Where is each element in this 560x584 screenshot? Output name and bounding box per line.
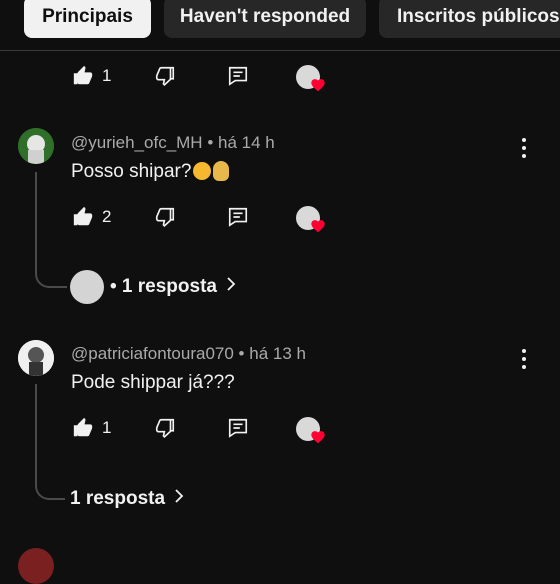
comment-text: Pode shippar já??? <box>71 372 235 393</box>
replies-label: • 1 resposta <box>110 276 217 297</box>
like-button[interactable]: 2 <box>72 206 111 228</box>
creator-heart[interactable] <box>296 417 328 447</box>
thumb-up-icon <box>72 417 94 439</box>
comment-reply-icon <box>227 206 249 228</box>
comment-author[interactable]: @yurieh_ofc_MH <box>71 133 203 152</box>
avatar[interactable] <box>18 128 54 164</box>
chevron-right-icon <box>225 276 237 298</box>
comment-time: há 13 h <box>249 344 306 363</box>
previous-comment-actions: 1 <box>72 65 342 92</box>
like-count: 1 <box>102 66 112 85</box>
heart-icon <box>310 77 326 92</box>
creator-heart[interactable] <box>296 206 328 236</box>
filter-chip-bar: Principais Haven't responded Inscritos p… <box>0 0 560 51</box>
thumb-up-icon <box>72 65 94 87</box>
comment-reply-icon <box>227 417 249 439</box>
shushing-face-icon <box>193 162 212 180</box>
thread-line <box>35 384 65 500</box>
dislike-button[interactable] <box>154 417 176 439</box>
view-replies-button[interactable]: 1 resposta <box>70 488 185 510</box>
heart-icon <box>310 218 326 233</box>
like-count: 1 <box>102 418 112 437</box>
more-vert-icon[interactable] <box>520 349 528 369</box>
tab-havent-responded[interactable]: Haven't responded <box>164 0 366 38</box>
like-button[interactable]: 1 <box>72 417 111 439</box>
comment-actions: 2 <box>72 206 342 233</box>
like-count: 2 <box>102 207 112 226</box>
thumb-down-icon <box>154 417 176 439</box>
comment-header: @patriciafontoura070 • há 13 h <box>71 344 306 363</box>
pinching-hand-icon <box>213 161 230 181</box>
like-button[interactable]: 1 <box>72 65 111 87</box>
reply-button[interactable] <box>227 206 249 228</box>
reply-button[interactable] <box>227 417 249 439</box>
comment-reply-icon <box>227 65 249 87</box>
thumb-down-icon <box>154 65 176 87</box>
comment-time: há 14 h <box>218 133 275 152</box>
thumb-down-icon <box>154 206 176 228</box>
reply-author-avatar <box>70 270 104 304</box>
comment-author[interactable]: @patriciafontoura070 <box>71 344 234 363</box>
chevron-right-icon <box>173 488 185 510</box>
avatar[interactable] <box>18 340 54 376</box>
dislike-button[interactable] <box>154 65 176 87</box>
reply-button[interactable] <box>227 65 249 87</box>
view-replies-button[interactable]: • 1 resposta <box>70 270 237 304</box>
comment-header: @yurieh_ofc_MH • há 14 h <box>71 133 275 152</box>
creator-heart[interactable] <box>296 65 328 95</box>
replies-label: 1 resposta <box>70 488 166 509</box>
comment-actions: 1 <box>72 417 342 444</box>
tab-inscritos-publicos[interactable]: Inscritos públicos <box>379 0 560 38</box>
dislike-button[interactable] <box>154 206 176 228</box>
comment-text: Posso shipar? <box>71 161 230 183</box>
heart-icon <box>310 429 326 444</box>
avatar[interactable] <box>18 548 54 584</box>
more-vert-icon[interactable] <box>520 138 528 158</box>
tab-principais[interactable]: Principais <box>24 0 151 38</box>
thumb-up-icon <box>72 206 94 228</box>
thread-line <box>35 172 67 288</box>
